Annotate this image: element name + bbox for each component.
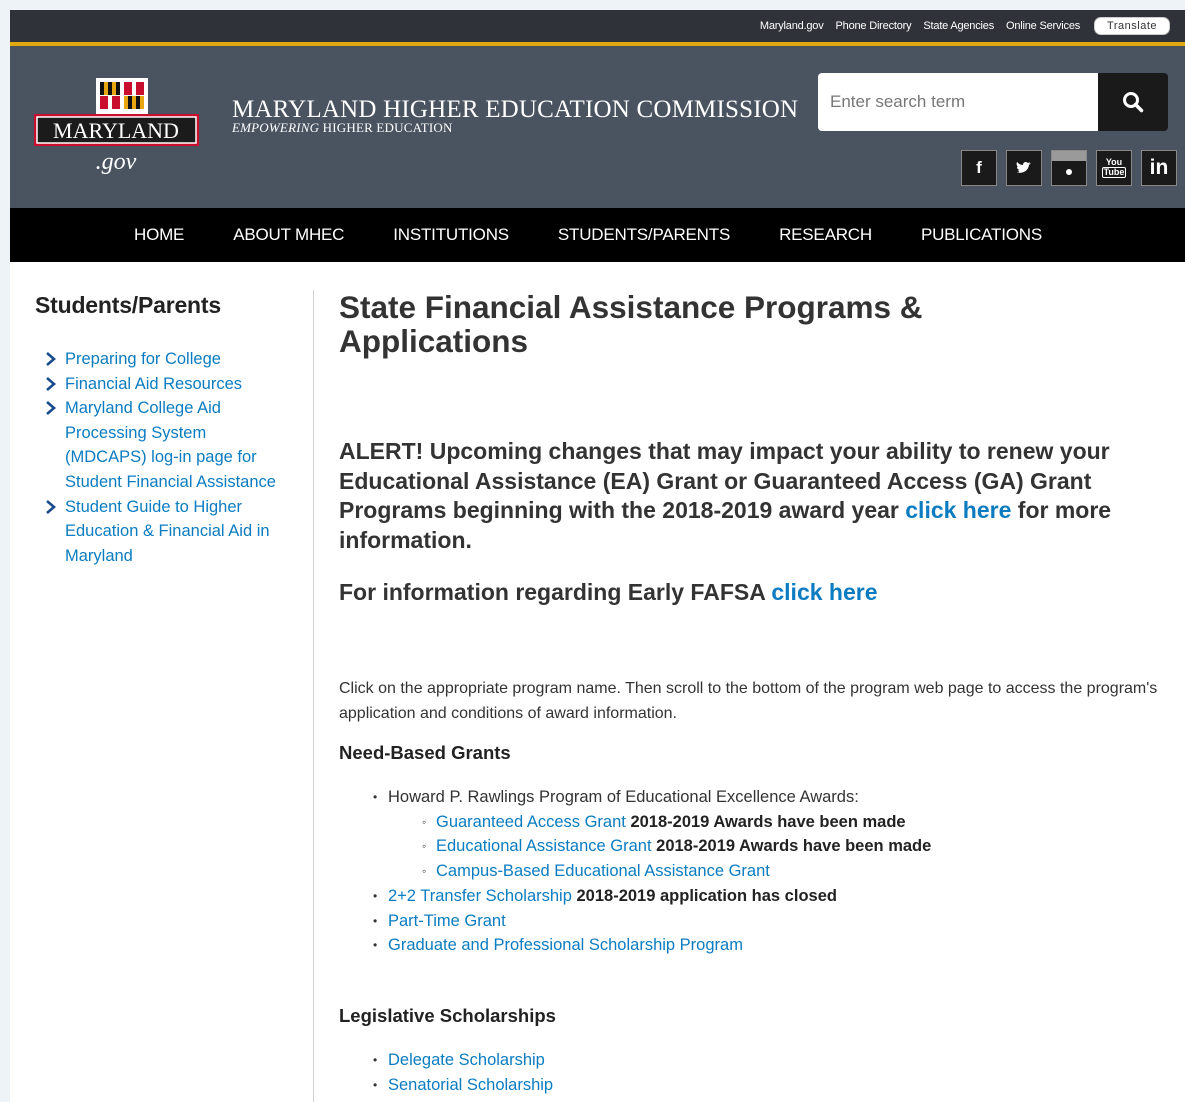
svg-text:.gov: .gov — [96, 149, 137, 174]
maryland-gov-logo[interactable]: MARYLAND .gov — [34, 74, 199, 175]
delegate-scholarship-link[interactable]: Delegate Scholarship — [388, 1051, 545, 1069]
chevron-right-icon — [46, 401, 56, 416]
sidebar-link[interactable]: Preparing for College — [65, 350, 221, 368]
site-header: MARYLAND .gov MARYLAND HIGHER EDUCATION … — [10, 46, 1185, 208]
nav-publications[interactable]: PUBLICATIONS — [921, 225, 1042, 245]
state-agencies-link[interactable]: State Agencies — [923, 20, 994, 32]
legislative-heading: Legislative Scholarships — [339, 1005, 556, 1026]
sidebar-list: Preparing for College Financial Aid Reso… — [44, 347, 284, 568]
nav-home[interactable]: HOME — [134, 225, 184, 245]
guaranteed-access-grant-link[interactable]: Guaranteed Access Grant — [436, 813, 626, 831]
list-item: Educational Assistance Grant 2018-2019 A… — [370, 834, 931, 859]
commission-title-block: MARYLAND HIGHER EDUCATION COMMISSION EMP… — [232, 96, 799, 135]
facebook-icon[interactable]: f — [961, 150, 997, 186]
list-item: 2+2 Transfer Scholarship 2018-2019 appli… — [370, 884, 931, 909]
online-services-link[interactable]: Online Services — [1006, 20, 1080, 32]
utility-bar: Maryland.gov Phone Directory State Agenc… — [10, 10, 1185, 46]
fafsa-click-here-link[interactable]: click here — [771, 579, 877, 605]
sidebar-link[interactable]: Financial Aid Resources — [65, 375, 242, 393]
alert-click-here-link[interactable]: click here — [905, 497, 1011, 523]
chevron-right-icon — [46, 352, 56, 366]
social-links: f You Tube in — [961, 150, 1177, 186]
main-nav: HOME ABOUT MHEC INSTITUTIONS STUDENTS/PA… — [10, 208, 1185, 262]
sidebar-item-financial-aid[interactable]: Financial Aid Resources — [44, 372, 284, 397]
nav-research[interactable]: RESEARCH — [779, 225, 872, 245]
page: Maryland.gov Phone Directory State Agenc… — [10, 10, 1185, 1102]
youtube-icon[interactable]: You Tube — [1096, 150, 1132, 186]
nav-institutions[interactable]: INSTITUTIONS — [393, 225, 509, 245]
nav-students-parents[interactable]: STUDENTS/PARENTS — [558, 225, 730, 245]
intro-text: Click on the appropriate program name. T… — [339, 680, 1158, 722]
list-item: Howard P. Rawlings Program of Educationa… — [370, 785, 931, 810]
sidebar-item-preparing[interactable]: Preparing for College — [44, 347, 284, 372]
list-item: Guaranteed Access Grant 2018-2019 Awards… — [370, 810, 931, 835]
sidebar-item-mdcaps[interactable]: Maryland College Aid Processing System (… — [44, 396, 284, 494]
twitter-icon[interactable] — [1006, 150, 1042, 186]
list-item: Part-Time Grant — [370, 909, 931, 934]
svg-text:MARYLAND: MARYLAND — [53, 118, 179, 143]
alert-message: ALERT! Upcoming changes that may impact … — [339, 438, 1112, 553]
flickr-icon[interactable] — [1051, 150, 1087, 186]
search-icon — [1123, 92, 1144, 113]
senatorial-scholarship-link[interactable]: Senatorial Scholarship — [388, 1076, 553, 1094]
need-based-list: Howard P. Rawlings Program of Educationa… — [370, 785, 931, 958]
sidebar: Students/Parents Preparing for College F… — [10, 290, 314, 1102]
search-input[interactable] — [818, 73, 1098, 131]
list-item: Campus-Based Educational Assistance Gran… — [370, 859, 931, 884]
campus-based-grant-link[interactable]: Campus-Based Educational Assistance Gran… — [436, 862, 770, 880]
maryland-gov-link[interactable]: Maryland.gov — [760, 20, 824, 32]
search-box — [818, 73, 1168, 131]
need-based-heading: Need-Based Grants — [339, 742, 511, 763]
search-button[interactable] — [1098, 73, 1168, 131]
page-title: State Financial Assistance Programs & Ap… — [339, 289, 923, 359]
linkedin-icon[interactable]: in — [1141, 150, 1177, 186]
chevron-right-icon — [46, 499, 56, 514]
nav-about[interactable]: ABOUT MHEC — [233, 225, 344, 245]
commission-title: MARYLAND HIGHER EDUCATION COMMISSION — [232, 96, 799, 123]
graduate-scholarship-link[interactable]: Graduate and Professional Scholarship Pr… — [388, 936, 743, 954]
commission-tagline: EMPOWERING HIGHER EDUCATION — [232, 120, 453, 135]
translate-button[interactable]: Translate — [1094, 17, 1170, 35]
part-time-grant-link[interactable]: Part-Time Grant — [388, 912, 506, 930]
sidebar-link[interactable]: Maryland College Aid Processing System (… — [65, 399, 276, 491]
legislative-list: Delegate Scholarship Senatorial Scholars… — [370, 1048, 553, 1097]
sidebar-title: Students/Parents — [35, 292, 221, 318]
phone-directory-link[interactable]: Phone Directory — [836, 20, 912, 32]
chevron-right-icon — [46, 376, 56, 391]
list-item: Graduate and Professional Scholarship Pr… — [370, 933, 931, 958]
transfer-scholarship-link[interactable]: 2+2 Transfer Scholarship — [388, 887, 572, 905]
sidebar-link[interactable]: Student Guide to Higher Education & Fina… — [65, 498, 270, 565]
list-item: Delegate Scholarship — [370, 1048, 553, 1073]
fafsa-message: For information regarding Early FAFSA cl… — [339, 579, 878, 605]
educational-assistance-grant-link[interactable]: Educational Assistance Grant — [436, 837, 652, 855]
list-item: Senatorial Scholarship — [370, 1073, 553, 1098]
sidebar-item-student-guide[interactable]: Student Guide to Higher Education & Fina… — [44, 495, 284, 569]
